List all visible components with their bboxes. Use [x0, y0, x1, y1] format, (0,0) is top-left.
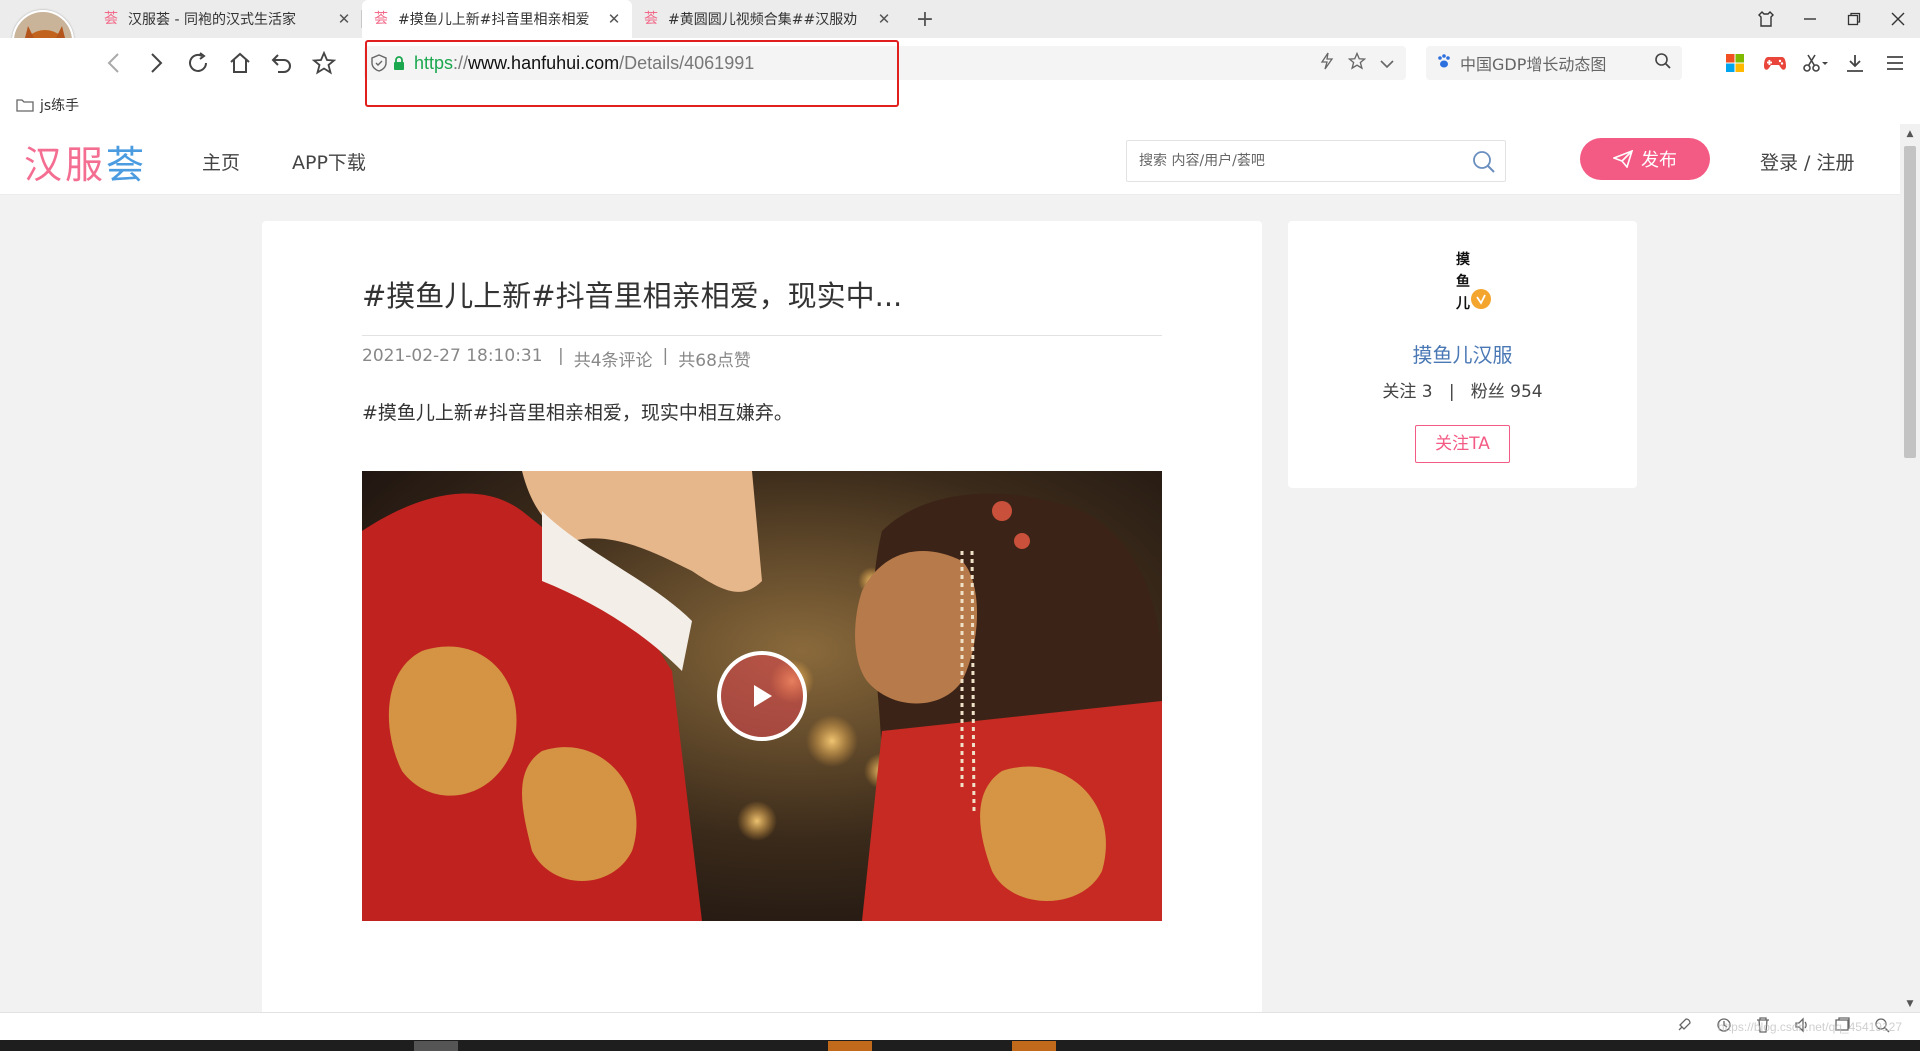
download-icon[interactable]	[1842, 50, 1868, 76]
baidu-paw-icon	[1436, 53, 1452, 73]
rocket-icon[interactable]	[1676, 1017, 1692, 1037]
taskbar-item[interactable]	[414, 1041, 458, 1051]
tab-post-details[interactable]: 荟 #摸鱼儿上新#抖音里相亲相爱 ✕	[362, 0, 632, 38]
login-register-link[interactable]: 登录 / 注册	[1760, 148, 1854, 175]
like-count[interactable]: 共68点赞	[678, 346, 751, 371]
chevron-down-icon[interactable]	[1380, 54, 1394, 73]
video-player[interactable]	[362, 471, 1162, 921]
tab-title: 汉服荟 - 同袍的汉式生活家	[128, 12, 296, 28]
scroll-down-icon[interactable]: ▼	[1900, 996, 1920, 1012]
hanfuhui-favicon-icon: 荟	[374, 11, 388, 27]
hanfuhui-favicon-icon: 荟	[644, 11, 658, 27]
tab-strip: 荟 汉服荟 - 同袍的汉式生活家 ✕ 荟 #摸鱼儿上新#抖音里相亲相爱 ✕ 荟 …	[92, 0, 944, 38]
bookmark-label: js练手	[40, 98, 80, 114]
search-icon[interactable]	[1654, 52, 1672, 74]
lightning-icon[interactable]	[1320, 52, 1334, 74]
hanfuhui-favicon-icon: 荟	[104, 11, 118, 27]
tab-close-icon[interactable]: ✕	[876, 11, 892, 27]
scrollbar-thumb[interactable]	[1904, 146, 1916, 458]
author-card: 摸 鱼 儿 摸鱼儿汉服 关注 3 | 粉丝 954 关注TA	[1288, 221, 1637, 488]
site-search	[1126, 140, 1506, 182]
bookmarks-bar: js练手	[0, 86, 1920, 124]
nav-home-link[interactable]: 主页	[202, 148, 240, 175]
tab-title: #摸鱼儿上新#抖音里相亲相爱	[398, 12, 590, 28]
site-logo[interactable]: 汉服荟	[24, 134, 147, 189]
url-highlight-annotation	[365, 40, 899, 107]
post-body: #摸鱼儿上新#抖音里相亲相爱，现实中相互嫌弃。	[362, 402, 793, 424]
tab-close-icon[interactable]: ✕	[606, 11, 622, 27]
back-icon[interactable]	[100, 50, 128, 76]
search-text: 中国GDP增长动态图	[1460, 55, 1607, 74]
tab-hanfuhui-home[interactable]: 荟 汉服荟 - 同袍的汉式生活家 ✕	[92, 0, 362, 38]
close-window-icon[interactable]	[1876, 0, 1920, 38]
menu-icon[interactable]	[1882, 50, 1908, 76]
favorite-star-icon[interactable]	[310, 50, 338, 76]
author-name[interactable]: 摸鱼儿汉服	[1288, 339, 1637, 368]
windows-apps-icon[interactable]	[1722, 50, 1748, 76]
window-controls	[1744, 0, 1920, 38]
search-icon[interactable]	[1471, 149, 1497, 175]
site-search-input[interactable]	[1127, 141, 1447, 181]
comment-count[interactable]: 共4条评论	[574, 346, 653, 371]
scissors-icon[interactable]	[1802, 50, 1828, 76]
address-actions	[1320, 46, 1394, 80]
undo-close-icon[interactable]	[268, 50, 296, 76]
minimize-icon[interactable]	[1788, 0, 1832, 38]
home-icon[interactable]	[226, 50, 254, 76]
post-meta: 2021-02-27 18:10:31 | 共4条评论 | 共68点赞	[362, 346, 751, 371]
follow-button[interactable]: 关注TA	[1415, 425, 1510, 463]
tab-close-icon[interactable]: ✕	[336, 11, 352, 27]
verified-badge-icon	[1471, 289, 1491, 309]
bookmark-folder-js[interactable]: js练手	[16, 95, 79, 115]
forward-icon[interactable]	[142, 50, 170, 76]
author-stats: 关注 3 | 粉丝 954	[1382, 382, 1543, 402]
tab-video-collection[interactable]: 荟 #黄圆圆儿视频合集##汉服劝 ✕	[632, 0, 902, 38]
fans-count[interactable]: 粉丝 954	[1471, 382, 1543, 402]
browser-chrome: 荟 汉服荟 - 同袍的汉式生活家 ✕ 荟 #摸鱼儿上新#抖音里相亲相爱 ✕ 荟 …	[0, 0, 1920, 124]
watermark-text: https://blog.csdn.net/qq_45419127	[1717, 1020, 1902, 1034]
new-tab-button[interactable]: +	[906, 0, 944, 38]
site-header: 汉服荟 主页 APP下载 发布 登录 / 注册	[0, 124, 1900, 195]
author-avatar[interactable]: 摸 鱼 儿	[1433, 249, 1493, 312]
browser-statusbar: https://blog.csdn.net/qq_45419127	[0, 1012, 1920, 1040]
taskbar-item[interactable]	[1012, 1041, 1056, 1051]
browser-search-box[interactable]: 中国GDP增长动态图	[1426, 46, 1682, 80]
bookmark-star-icon[interactable]	[1347, 51, 1367, 74]
folder-icon	[16, 99, 34, 112]
divider	[362, 335, 1162, 336]
restore-icon[interactable]	[1832, 0, 1876, 38]
nav-app-download-link[interactable]: APP下载	[292, 148, 366, 175]
post-card: #摸鱼儿上新#抖音里相亲相爱，现实中... 2021-02-27 18:10:3…	[262, 221, 1262, 1021]
paper-plane-icon	[1613, 150, 1633, 168]
taskbar-item[interactable]	[828, 1041, 872, 1051]
scroll-up-icon[interactable]: ▲	[1900, 126, 1920, 142]
toolbar-extensions	[1722, 50, 1908, 76]
post-date: 2021-02-27 18:10:31	[362, 346, 543, 366]
reload-icon[interactable]	[184, 50, 212, 76]
os-taskbar	[0, 1040, 1920, 1051]
publish-button[interactable]: 发布	[1580, 138, 1710, 180]
browser-toolbar: https://www.hanfuhui.com/Details/4061991…	[0, 38, 1920, 86]
following-count[interactable]: 关注 3	[1382, 382, 1432, 402]
tab-title: #黄圆圆儿视频合集##汉服劝	[668, 12, 858, 28]
game-controller-icon[interactable]	[1762, 50, 1788, 76]
post-title: #摸鱼儿上新#抖音里相亲相爱，现实中...	[362, 279, 903, 313]
play-icon[interactable]	[717, 651, 807, 741]
skin-icon[interactable]	[1744, 0, 1788, 38]
page-scrollbar[interactable]: ▲ ▼	[1900, 124, 1920, 1012]
